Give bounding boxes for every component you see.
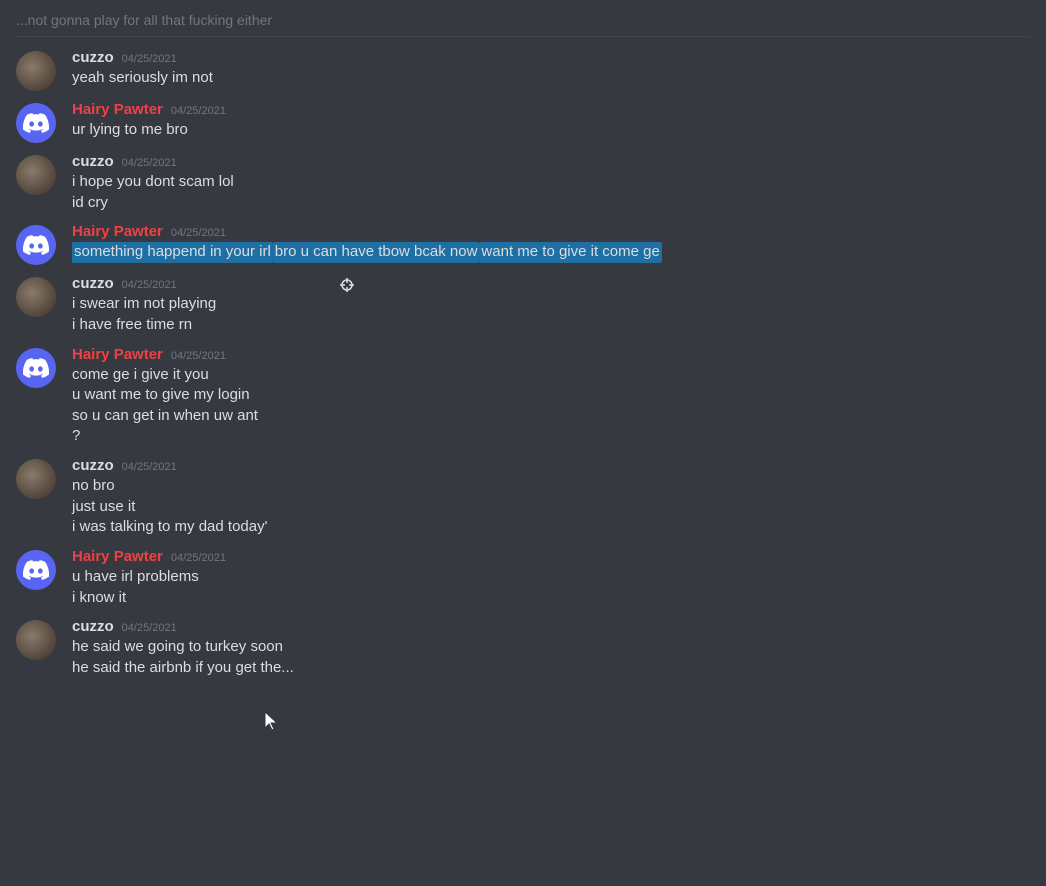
- message-header: cuzzo 04/25/2021: [72, 49, 1030, 66]
- message-content: Hairy Pawter 04/25/2021 something happend …: [72, 223, 1030, 265]
- username: Hairy Pawter: [72, 101, 163, 118]
- message-line: ur lying to me bro: [72, 120, 1030, 141]
- timestamp: 04/25/2021: [122, 53, 177, 65]
- message-content: cuzzo 04/25/2021 no brojust use iti was ta…: [72, 457, 1030, 538]
- avatar: [16, 225, 56, 265]
- username: Hairy Pawter: [72, 346, 163, 363]
- message-line: he said the airbnb if you get the...: [72, 658, 1030, 679]
- message-line: i swear im not playing: [72, 294, 1030, 315]
- message-group: cuzzo 04/25/2021 no brojust use iti was ta…: [16, 453, 1030, 542]
- avatar: [16, 51, 56, 91]
- timestamp: 04/25/2021: [122, 279, 177, 291]
- avatar: [16, 348, 56, 388]
- message-line: he said we going to turkey soon: [72, 637, 1030, 658]
- message-group: Hairy Pawter 04/25/2021 u have irl problem…: [16, 544, 1030, 612]
- timestamp: 04/25/2021: [122, 461, 177, 473]
- avatar: [16, 155, 56, 195]
- message-line: id cry: [72, 193, 1030, 214]
- partial-message: ...not gonna play for all that fucking e…: [16, 8, 1030, 37]
- message-line: i hope you dont scam lol: [72, 172, 1030, 193]
- message-content: cuzzo 04/25/2021 yeah seriously im not: [72, 49, 1030, 91]
- message-line: just use it: [72, 497, 1030, 518]
- message-content: cuzzo 04/25/2021 i hope you dont scam loli…: [72, 153, 1030, 213]
- message-line: so u can get in when uw ant: [72, 406, 1030, 427]
- avatar: [16, 550, 56, 590]
- message-content: cuzzo 04/25/2021 i swear im not playingi h…: [72, 275, 1030, 335]
- avatar: [16, 277, 56, 317]
- message-content: Hairy Pawter 04/25/2021 ur lying to me bro: [72, 101, 1030, 143]
- avatar: [16, 103, 56, 143]
- username: cuzzo: [72, 49, 114, 66]
- message-line: come ge i give it you: [72, 365, 1030, 386]
- message-group: Hairy Pawter 04/25/2021 ur lying to me bro: [16, 97, 1030, 147]
- message-line: i have free time rn: [72, 315, 1030, 336]
- message-header: Hairy Pawter 04/25/2021: [72, 346, 1030, 363]
- message-content: cuzzo 04/25/2021 he said we going to turke…: [72, 618, 1030, 678]
- username: cuzzo: [72, 275, 114, 292]
- timestamp: 04/25/2021: [171, 105, 226, 117]
- message-line: bro u can have tbow bcak now: [273, 242, 480, 263]
- message-line: yeah seriously im not: [72, 68, 1030, 89]
- timestamp: 04/25/2021: [122, 622, 177, 634]
- message-group: cuzzo 04/25/2021 i hope you dont scam loli…: [16, 149, 1030, 217]
- messages-container: ...not gonna play for all that fucking e…: [0, 0, 1046, 692]
- message-line: want me to give it come ge: [479, 242, 661, 263]
- message-line: i know it: [72, 588, 1030, 609]
- timestamp: 04/25/2021: [171, 227, 226, 239]
- username: Hairy Pawter: [72, 223, 163, 240]
- message-group: cuzzo 04/25/2021 yeah seriously im not: [16, 45, 1030, 95]
- message-line: no bro: [72, 476, 1030, 497]
- message-group: Hairy Pawter 04/25/2021 come ge i give it …: [16, 342, 1030, 452]
- username: cuzzo: [72, 457, 114, 474]
- message-header: cuzzo 04/25/2021: [72, 153, 1030, 170]
- message-group: cuzzo 04/25/2021 i swear im not playingi h…: [16, 271, 1030, 339]
- message-line: u want me to give my login: [72, 385, 1030, 406]
- message-header: Hairy Pawter 04/25/2021: [72, 548, 1030, 565]
- timestamp: 04/25/2021: [171, 350, 226, 362]
- mouse-cursor: [265, 712, 281, 736]
- message-header: cuzzo 04/25/2021: [72, 457, 1030, 474]
- message-group: Hairy Pawter 04/25/2021 something happend …: [16, 219, 1030, 269]
- message-line: something happend in your irl: [72, 242, 273, 263]
- avatar: [16, 620, 56, 660]
- message-content: Hairy Pawter 04/25/2021 come ge i give it …: [72, 346, 1030, 448]
- username: Hairy Pawter: [72, 548, 163, 565]
- message-header: Hairy Pawter 04/25/2021: [72, 101, 1030, 118]
- messages-list: cuzzo 04/25/2021 yeah seriously im not Hai…: [16, 45, 1030, 684]
- message-header: cuzzo 04/25/2021: [72, 618, 1030, 635]
- username: cuzzo: [72, 618, 114, 635]
- message-header: cuzzo 04/25/2021: [72, 275, 1030, 292]
- avatar: [16, 459, 56, 499]
- message-line: ?: [72, 426, 1030, 447]
- timestamp: 04/25/2021: [171, 552, 226, 564]
- message-line: u have irl problems: [72, 567, 1030, 588]
- message-content: Hairy Pawter 04/25/2021 u have irl problem…: [72, 548, 1030, 608]
- message-header: Hairy Pawter 04/25/2021: [72, 223, 1030, 240]
- username: cuzzo: [72, 153, 114, 170]
- message-group: cuzzo 04/25/2021 he said we going to turke…: [16, 614, 1030, 682]
- message-line: i was talking to my dad today': [72, 517, 1030, 538]
- timestamp: 04/25/2021: [122, 157, 177, 169]
